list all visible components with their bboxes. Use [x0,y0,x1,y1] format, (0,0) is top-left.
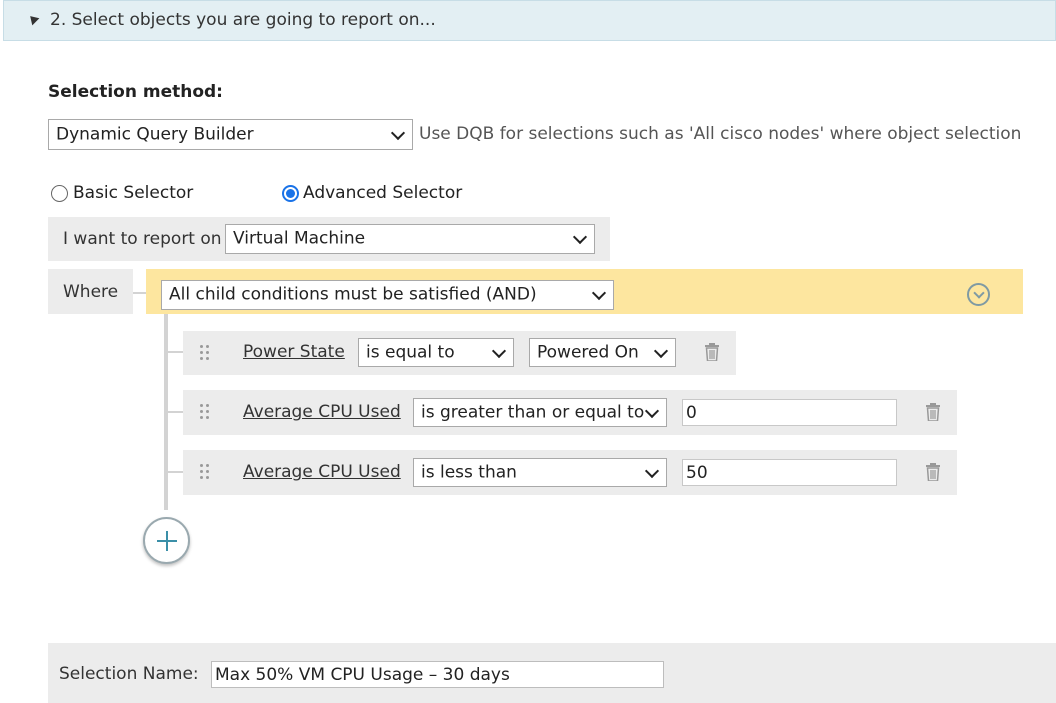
tree-branch [168,351,183,353]
delete-trash-icon[interactable] [925,403,941,422]
add-condition-button[interactable] [143,517,190,564]
condition-operator-select[interactable]: is equal to [358,338,514,367]
condition-operator-value: is less than [421,462,517,482]
report-on-value: Virtual Machine [233,228,366,249]
selection-method-hint: Use DQB for selections such as 'All cisc… [419,124,1022,144]
basic-selector-radio[interactable] [51,185,68,202]
chevron-down-icon [591,285,607,301]
condition-value-select[interactable]: Powered On [529,338,676,367]
condition-value-input[interactable]: 0 [682,399,897,426]
report-on-label: I want to report on [63,229,222,249]
chevron-down-icon [390,125,406,140]
condition-field-link[interactable]: Power State [243,342,345,362]
chevron-down-icon [644,403,660,418]
group-condition-value: All child conditions must be satisfied (… [169,284,537,305]
selection-method-select[interactable]: Dynamic Query Builder [48,119,413,150]
drag-handle-icon[interactable] [200,404,210,420]
delete-trash-icon[interactable] [704,343,720,362]
drag-handle-icon[interactable] [200,345,210,361]
basic-selector-label[interactable]: Basic Selector [73,183,193,203]
condition-field-link[interactable]: Average CPU Used [243,402,401,422]
selection-name-value: Max 50% VM CPU Usage – 30 days [215,664,510,685]
selection-name-input[interactable]: Max 50% VM CPU Usage – 30 days [211,661,664,688]
condition-operator-value: is equal to [366,342,455,362]
condition-value: 0 [686,402,697,423]
condition-operator-value: is greater than or equal to [421,402,645,422]
condition-operator-select[interactable]: is greater than or equal to [413,398,667,427]
condition-value-input[interactable]: 50 [682,459,897,486]
drag-handle-icon[interactable] [200,464,210,480]
condition-value: Powered On [537,342,639,362]
selection-method-value: Dynamic Query Builder [56,124,254,144]
group-condition-select[interactable]: All child conditions must be satisfied (… [161,280,614,310]
selection-method-label: Selection method: [48,82,223,102]
condition-operator-select[interactable]: is less than [413,458,667,487]
condition-field-link[interactable]: Average CPU Used [243,462,401,482]
delete-trash-icon[interactable] [925,463,941,482]
selection-name-label: Selection Name: [59,664,199,684]
report-on-select[interactable]: Virtual Machine [225,224,595,254]
collapse-triangle-icon[interactable] [26,12,40,26]
chevron-down-icon [644,463,660,478]
advanced-selector-radio[interactable] [282,185,299,202]
chevron-down-icon [572,229,588,245]
section-header[interactable]: 2. Select objects you are going to repor… [3,0,1056,41]
where-connector [133,292,146,294]
chevron-down-icon [491,343,507,358]
section-title: 2. Select objects you are going to repor… [50,10,436,30]
group-options-chevron-icon[interactable] [967,283,990,306]
chevron-down-icon [653,343,669,358]
tree-branch [168,411,183,413]
condition-value: 50 [686,462,708,483]
tree-branch [168,471,183,473]
where-label: Where [63,282,119,302]
advanced-selector-label[interactable]: Advanced Selector [303,183,462,203]
